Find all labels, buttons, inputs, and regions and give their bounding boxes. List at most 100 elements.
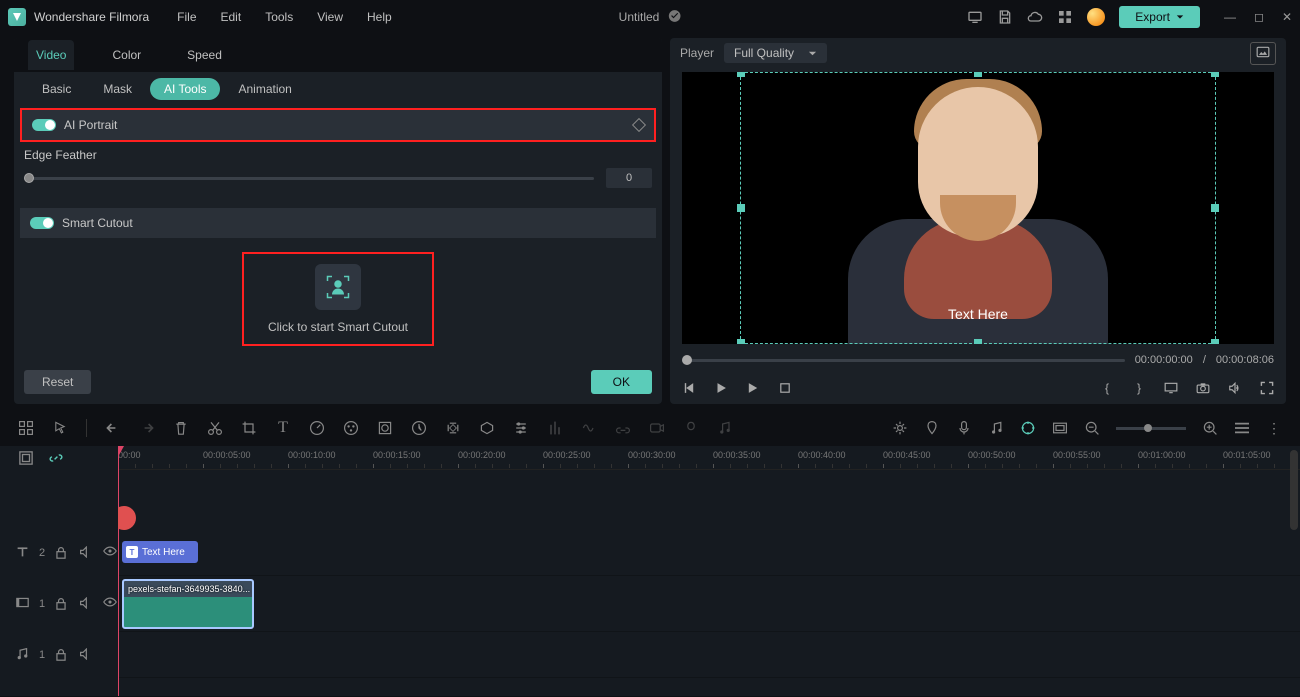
- subtab-ai-tools[interactable]: AI Tools: [150, 78, 220, 100]
- audio-stretch-icon[interactable]: [581, 420, 597, 436]
- resize-handle[interactable]: [974, 339, 982, 344]
- export-button[interactable]: Export: [1119, 6, 1200, 28]
- color-icon[interactable]: [343, 420, 359, 436]
- auto-reframe-icon[interactable]: [892, 420, 908, 436]
- crop-icon[interactable]: [241, 420, 257, 436]
- adjust-icon[interactable]: [513, 420, 529, 436]
- lock-icon[interactable]: [55, 648, 69, 662]
- snapshot-icon[interactable]: [1196, 381, 1210, 395]
- menu-help[interactable]: Help: [367, 10, 392, 24]
- mask-tool-icon[interactable]: [377, 420, 393, 436]
- cloud-icon[interactable]: [1027, 9, 1043, 25]
- video-clip[interactable]: pexels-stefan-3649935-3840...: [122, 579, 254, 629]
- music-icon[interactable]: [717, 420, 733, 436]
- play-icon[interactable]: [714, 381, 728, 395]
- visibility-icon[interactable]: [103, 546, 117, 560]
- split-icon[interactable]: [207, 420, 223, 436]
- delete-icon[interactable]: [173, 420, 189, 436]
- undo-icon[interactable]: [105, 420, 121, 436]
- prev-frame-icon[interactable]: [682, 381, 696, 395]
- vertical-scrollbar[interactable]: [1290, 410, 1298, 690]
- tab-color[interactable]: Color: [104, 40, 149, 70]
- progress-thumb[interactable]: [682, 355, 692, 365]
- mute-icon[interactable]: [79, 648, 93, 662]
- ok-button[interactable]: OK: [591, 370, 652, 394]
- menu-view[interactable]: View: [317, 10, 343, 24]
- subtab-mask[interactable]: Mask: [89, 78, 146, 100]
- menu-file[interactable]: File: [177, 10, 196, 24]
- green-screen-icon[interactable]: [479, 420, 495, 436]
- reset-button[interactable]: Reset: [24, 370, 91, 394]
- render-icon[interactable]: [1052, 420, 1068, 436]
- lock-icon[interactable]: [55, 546, 69, 560]
- more-icon[interactable]: ⋮: [1266, 420, 1282, 436]
- mark-in-icon[interactable]: {: [1100, 381, 1114, 395]
- quality-dropdown[interactable]: Full Quality: [724, 43, 827, 63]
- menu-edit[interactable]: Edit: [221, 10, 242, 24]
- voice-icon[interactable]: [683, 420, 699, 436]
- close-button[interactable]: ✕: [1282, 10, 1292, 24]
- stop-icon[interactable]: [778, 381, 792, 395]
- lock-icon[interactable]: [55, 597, 69, 611]
- device-icon[interactable]: [967, 9, 983, 25]
- resize-handle[interactable]: [737, 339, 745, 344]
- play-forward-icon[interactable]: [746, 381, 760, 395]
- display-icon[interactable]: [1164, 381, 1178, 395]
- text-overlay[interactable]: Text Here: [948, 306, 1008, 322]
- fullscreen-icon[interactable]: [1260, 381, 1274, 395]
- smart-render-icon[interactable]: [1020, 420, 1036, 436]
- video-track[interactable]: pexels-stefan-3649935-3840...: [118, 576, 1300, 632]
- tab-speed[interactable]: Speed: [179, 40, 230, 70]
- link-icon[interactable]: [615, 420, 631, 436]
- speed-icon[interactable]: [309, 420, 325, 436]
- timeline-ruler[interactable]: 00:0000:00:05:0000:00:10:0000:00:15:0000…: [118, 446, 1300, 470]
- subtab-basic[interactable]: Basic: [28, 78, 85, 100]
- maximize-button[interactable]: ◻: [1254, 10, 1264, 24]
- marker-icon[interactable]: [924, 420, 940, 436]
- select-mode-icon[interactable]: [18, 420, 34, 436]
- mark-out-icon[interactable]: }: [1132, 381, 1146, 395]
- selection-outline[interactable]: [740, 72, 1216, 344]
- timeline-tracks-area[interactable]: 00:0000:00:05:0000:00:10:0000:00:15:0000…: [118, 446, 1300, 696]
- track-manage-icon[interactable]: [18, 450, 34, 466]
- record-icon[interactable]: [649, 420, 665, 436]
- text-icon[interactable]: T: [275, 420, 291, 436]
- keyframe-diamond-icon[interactable]: [632, 118, 646, 132]
- save-icon[interactable]: [997, 9, 1013, 25]
- subtab-animation[interactable]: Animation: [224, 78, 305, 100]
- resize-handle[interactable]: [1211, 204, 1219, 212]
- audio-icon[interactable]: [988, 420, 1004, 436]
- text-clip[interactable]: T Text Here: [122, 541, 198, 563]
- smart-cutout-start-button[interactable]: [315, 264, 361, 310]
- audio-mixer-icon[interactable]: [547, 420, 563, 436]
- resize-handle[interactable]: [974, 72, 982, 77]
- cursor-icon[interactable]: [52, 420, 68, 436]
- zoom-in-icon[interactable]: [1202, 420, 1218, 436]
- track-link-icon[interactable]: [48, 450, 64, 466]
- mute-icon[interactable]: [79, 597, 93, 611]
- smart-cutout-toggle[interactable]: [30, 217, 54, 229]
- audio-track[interactable]: [118, 632, 1300, 678]
- snapshot-format-icon[interactable]: [1250, 42, 1276, 65]
- speed-ramp-icon[interactable]: [411, 420, 427, 436]
- resize-handle[interactable]: [1211, 339, 1219, 344]
- track-options-icon[interactable]: [1234, 420, 1250, 436]
- zoom-slider[interactable]: [1116, 427, 1186, 430]
- menu-tools[interactable]: Tools: [265, 10, 293, 24]
- mute-icon[interactable]: [79, 546, 93, 560]
- minimize-button[interactable]: —: [1224, 10, 1236, 24]
- volume-icon[interactable]: [1228, 381, 1242, 395]
- tab-video[interactable]: Video: [28, 40, 74, 70]
- playhead[interactable]: [118, 446, 119, 696]
- keyframe-icon[interactable]: [445, 420, 461, 436]
- edge-feather-value[interactable]: 0: [606, 168, 652, 188]
- resize-handle[interactable]: [1211, 72, 1219, 77]
- mic-icon[interactable]: [956, 420, 972, 436]
- redo-icon[interactable]: [139, 420, 155, 436]
- edge-feather-slider[interactable]: [24, 177, 594, 180]
- apps-icon[interactable]: [1057, 9, 1073, 25]
- resize-handle[interactable]: [737, 72, 745, 77]
- marker-dot[interactable]: [118, 506, 136, 530]
- ai-portrait-toggle[interactable]: [32, 119, 56, 131]
- preview-stage[interactable]: Text Here: [682, 72, 1274, 344]
